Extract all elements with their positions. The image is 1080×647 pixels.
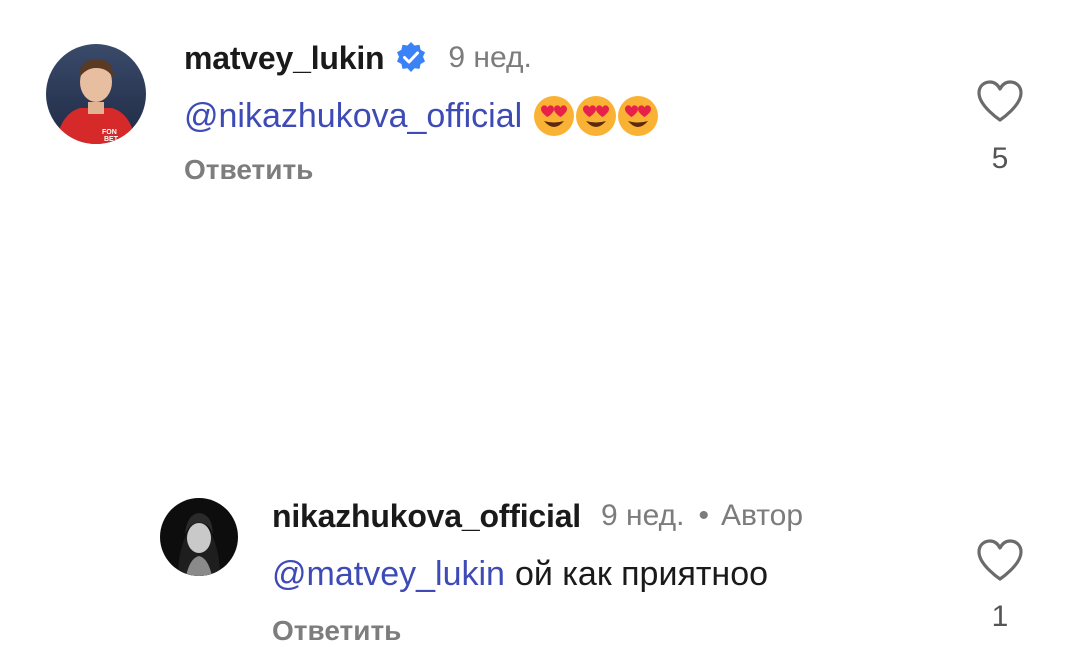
- verified-badge-icon: [394, 41, 428, 75]
- comment: FON BET matvey_lukin 9 нед. @nikazhukova…: [0, 0, 1080, 230]
- timestamp: 9 нед.: [448, 41, 532, 74]
- separator-dot: •: [698, 499, 709, 532]
- reply-button[interactable]: Ответить: [184, 154, 313, 186]
- svg-text:BET: BET: [104, 136, 119, 143]
- heart-eyes-emoji-icon: [532, 94, 576, 138]
- mention-link[interactable]: @matvey_lukin: [272, 555, 505, 594]
- mention-link[interactable]: @nikazhukova_official: [184, 97, 522, 136]
- svg-text:FON: FON: [102, 129, 117, 136]
- timestamp: 9 нед.: [601, 499, 685, 532]
- avatar[interactable]: FON BET: [46, 44, 146, 144]
- reply-button[interactable]: Ответить: [272, 615, 401, 647]
- author-label: Автор: [720, 499, 804, 532]
- comment-header: nikazhukova_official 9 нед. • Автор: [272, 492, 803, 540]
- heart-eyes-emoji-icon: [574, 94, 618, 138]
- comment-text: ой как приятноо: [514, 554, 769, 593]
- comment-body: @matvey_lukin ой как приятноо: [272, 548, 768, 600]
- heart-eyes-emoji-icon: [616, 94, 660, 138]
- avatar[interactable]: [160, 498, 238, 576]
- comment-body: @nikazhukova_official: [184, 90, 660, 142]
- avatar-image: FON BET: [46, 44, 146, 144]
- comment-reply: nikazhukova_official 9 нед. • Автор @mat…: [0, 230, 1080, 646]
- avatar-image: [160, 498, 238, 576]
- username[interactable]: nikazhukova_official: [272, 498, 581, 535]
- username[interactable]: matvey_lukin: [184, 40, 385, 77]
- like-count: 5: [991, 142, 1009, 175]
- emoji-group: [532, 94, 660, 138]
- like-heart-icon[interactable]: [975, 78, 1025, 124]
- like-count: 1: [991, 600, 1009, 633]
- like-heart-icon[interactable]: [975, 537, 1025, 583]
- comment-header: matvey_lukin 9 нед.: [184, 34, 532, 82]
